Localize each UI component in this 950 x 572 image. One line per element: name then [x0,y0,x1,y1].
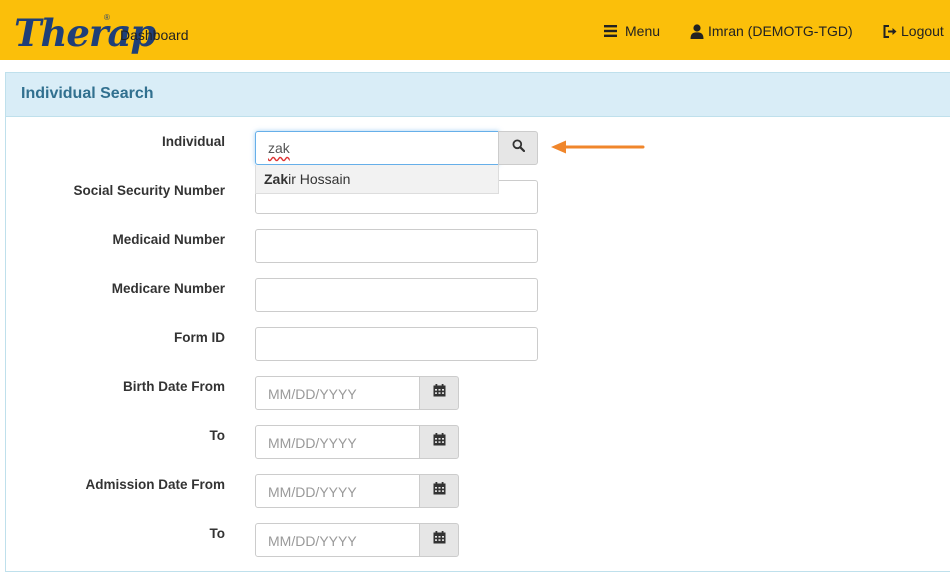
admission-date-to-label: To [209,526,226,541]
calendar-icon [433,482,446,500]
birth-date-from-calendar-button[interactable] [419,376,459,410]
calendar-icon [433,384,446,402]
hamburger-icon [604,25,617,37]
birth-date-to-label: To [209,428,226,443]
autocomplete-suggestion[interactable]: Zakir Hossain [255,165,499,194]
top-navbar: Therap ® Dashboard Menu Imran (DEMOTG-TG… [0,0,950,60]
form-id-input[interactable] [255,327,538,361]
admission-date-from-placeholder: MM/DD/YYYY [268,484,357,500]
admission-date-to-calendar-button[interactable] [419,523,459,557]
calendar-icon [433,433,446,451]
admission-date-to-placeholder: MM/DD/YYYY [268,533,357,549]
nav-logout-label: Logout [901,23,944,39]
nav-dashboard-link[interactable]: Dashboard [120,27,189,43]
nav-user-button[interactable]: Imran (DEMOTG-TGD) [690,23,853,39]
suggestion-match: Zak [264,171,289,187]
logo-registered-mark: ® [104,13,110,22]
birth-date-from-input[interactable]: MM/DD/YYYY [255,376,420,410]
user-icon [690,23,704,39]
admission-date-from-label: Admission Date From [85,477,225,492]
individual-search-button[interactable] [498,131,538,165]
pointer-arrow-icon [551,140,645,154]
birth-date-to-calendar-button[interactable] [419,425,459,459]
admission-date-to-input[interactable]: MM/DD/YYYY [255,523,420,557]
nav-user-label: Imran (DEMOTG-TGD) [708,23,853,39]
medicaid-input[interactable] [255,229,538,263]
search-icon [512,139,525,157]
nav-logout-button[interactable]: Logout [883,23,944,39]
form-id-label: Form ID [173,330,225,345]
nav-menu-label: Menu [625,23,661,39]
birth-date-to-input[interactable]: MM/DD/YYYY [255,425,420,459]
ssn-label: Social Security Number [73,183,225,198]
panel-header: Individual Search [6,73,950,117]
panel-title: Individual Search [21,85,154,102]
individual-label: Individual [161,134,225,149]
medicare-input[interactable] [255,278,538,312]
suggestion-rest: ir Hossain [288,171,351,187]
therap-logo[interactable]: Therap ® [6,7,156,55]
medicaid-label: Medicaid Number [112,232,225,247]
nav-menu-button[interactable]: Menu [604,23,660,39]
calendar-icon [433,531,446,549]
individual-input-value: zak [268,140,290,156]
individual-input[interactable]: zak [255,131,499,165]
admission-date-from-calendar-button[interactable] [419,474,459,508]
birth-date-from-label: Birth Date From [122,379,225,394]
medicare-label: Medicare Number [111,281,225,296]
birth-date-from-placeholder: MM/DD/YYYY [268,386,357,402]
logout-icon [883,24,898,38]
birth-date-to-placeholder: MM/DD/YYYY [268,435,357,451]
admission-date-from-input[interactable]: MM/DD/YYYY [255,474,420,508]
